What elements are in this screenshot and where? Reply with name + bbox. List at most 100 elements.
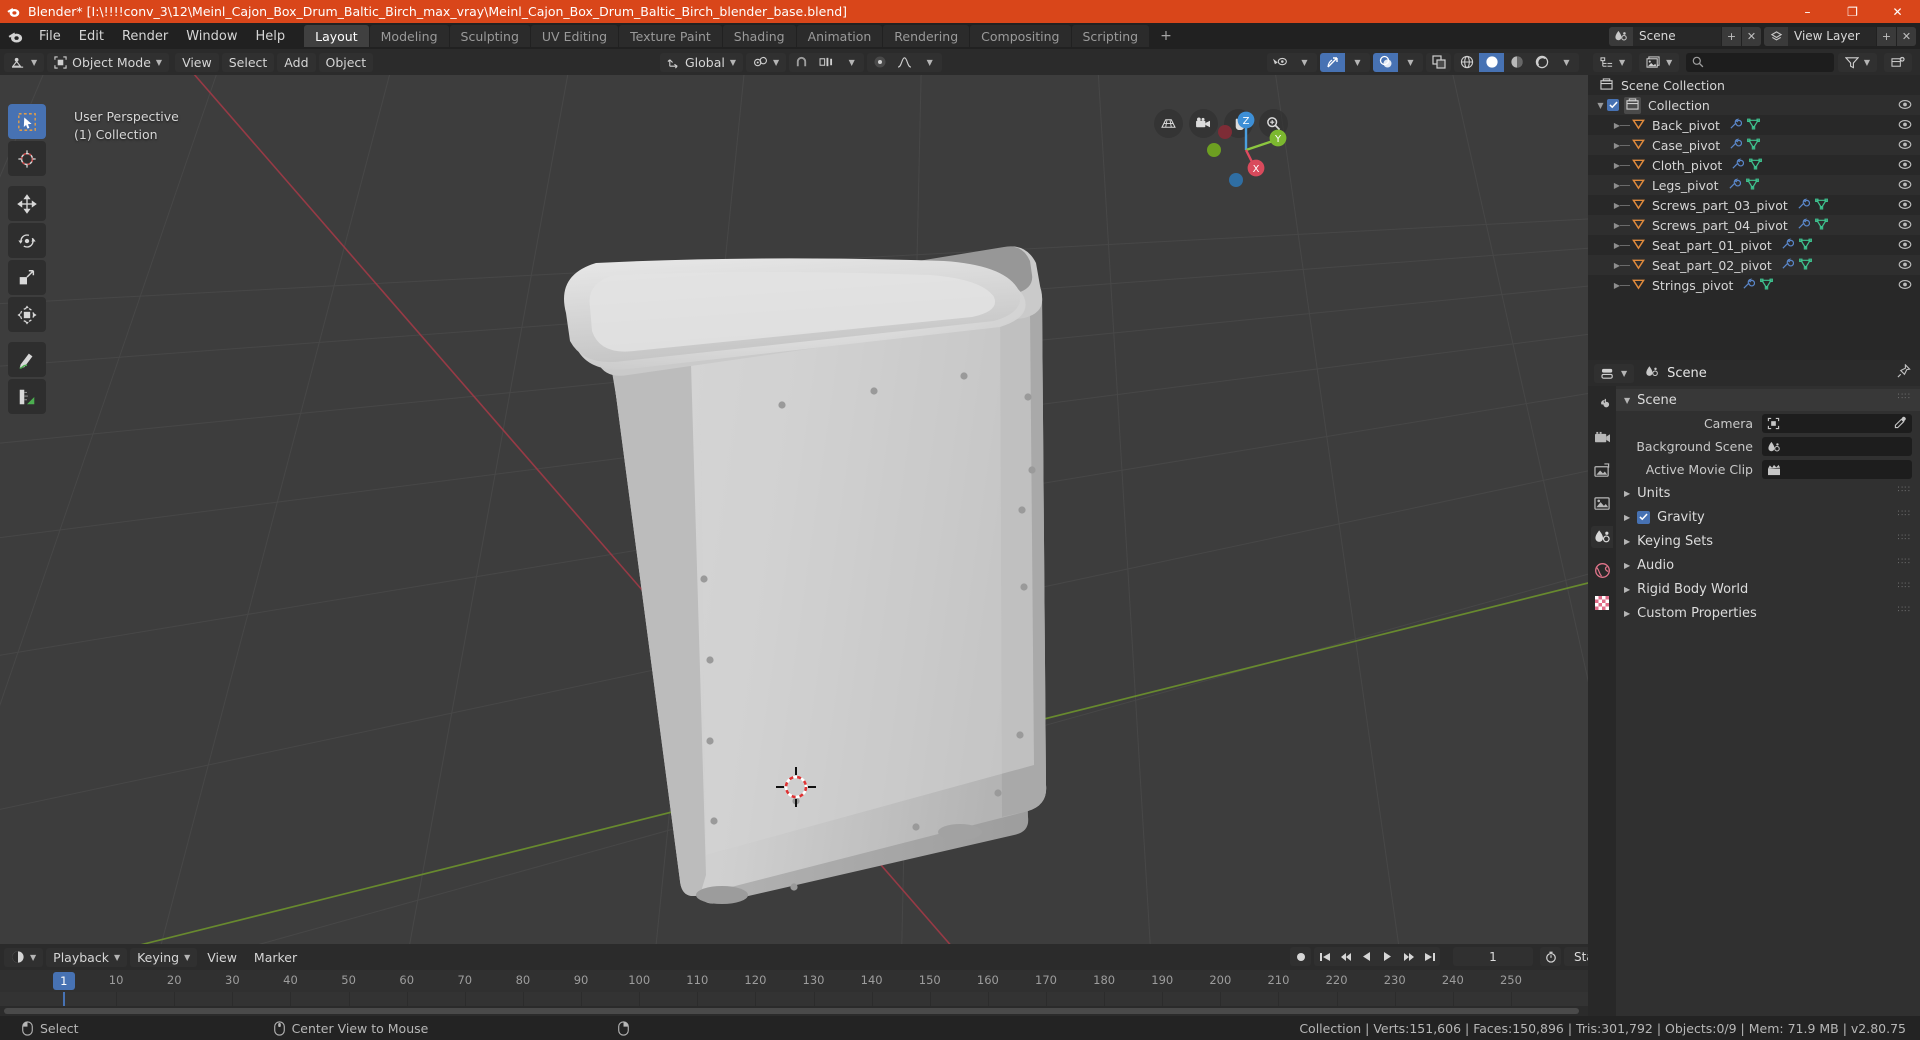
outliner-row-object[interactable]: ▶ Cloth_pivot xyxy=(1588,155,1920,175)
jump-to-end-button[interactable] xyxy=(1419,947,1440,966)
mesh-data-icon[interactable] xyxy=(1814,218,1828,233)
new-scene-button[interactable]: + xyxy=(1721,26,1741,46)
modifier-icon[interactable] xyxy=(1729,117,1742,133)
visibility-eye-icon[interactable] xyxy=(1898,278,1912,293)
properties-body[interactable]: ▼ Scene ∷∷ Camera Background Scene Activ… xyxy=(1616,386,1920,1016)
new-view-layer-button[interactable]: + xyxy=(1876,26,1896,46)
properties-tab-scene[interactable] xyxy=(1591,526,1613,548)
mesh-data-icon[interactable] xyxy=(1798,258,1812,273)
3d-viewport[interactable]: ▼ Object Mode ▼ View Select Add Object G… xyxy=(0,49,1588,944)
timeline-editor-type-selector[interactable]: ▼ xyxy=(4,947,44,967)
use-preview-range-button[interactable] xyxy=(1540,947,1561,966)
tab-layout[interactable]: Layout xyxy=(304,25,369,47)
panel-rigid-body-world-header[interactable]: ▶ Rigid Body World ∷∷ xyxy=(1616,578,1920,600)
timeline-menu-keying[interactable]: Keying ▼ xyxy=(130,947,198,967)
falloff-dropdown-chevron-icon[interactable]: ▼ xyxy=(917,53,942,72)
show-overlays-icon[interactable] xyxy=(1373,52,1398,72)
object-disclosure-icon[interactable]: ▶ xyxy=(1594,221,1620,230)
snap-magnet-icon[interactable] xyxy=(789,53,814,72)
tool-measure[interactable] xyxy=(8,379,46,414)
modifier-icon[interactable] xyxy=(1781,257,1794,273)
overlays-chevron-icon[interactable]: ▼ xyxy=(1398,53,1423,72)
properties-tab-render[interactable] xyxy=(1591,427,1613,449)
mesh-data-icon[interactable] xyxy=(1814,198,1828,213)
background-scene-field[interactable] xyxy=(1762,437,1912,456)
tab-sculpting[interactable]: Sculpting xyxy=(449,25,530,47)
tab-shading[interactable]: Shading xyxy=(722,25,796,47)
outliner-row-object[interactable]: ▶ Strings_pivot xyxy=(1588,275,1920,295)
object-disclosure-icon[interactable]: ▶ xyxy=(1594,241,1620,250)
panel-keying-sets-header[interactable]: ▶ Keying Sets ∷∷ xyxy=(1616,530,1920,552)
timeline-menu-marker[interactable]: Marker xyxy=(247,948,304,967)
outliner-row-object[interactable]: ▶ Case_pivot xyxy=(1588,135,1920,155)
mesh-data-icon[interactable] xyxy=(1745,178,1759,193)
tab-texture-paint[interactable]: Texture Paint xyxy=(619,25,722,47)
viewport-menu-view[interactable]: View xyxy=(175,52,219,72)
visibility-eye-icon[interactable] xyxy=(1898,218,1912,233)
auto-keying-button[interactable] xyxy=(1290,947,1311,966)
play-button[interactable] xyxy=(1377,947,1398,966)
properties-tab-world[interactable] xyxy=(1591,559,1613,581)
mesh-data-icon[interactable] xyxy=(1749,158,1763,173)
visibility-eye-icon[interactable] xyxy=(1898,138,1912,153)
mesh-data-icon[interactable] xyxy=(1760,278,1774,293)
mesh-data-icon[interactable] xyxy=(1747,118,1760,133)
modifier-icon[interactable] xyxy=(1797,217,1810,233)
maximize-button[interactable]: ❐ xyxy=(1830,0,1875,23)
timeline-scrollbar[interactable] xyxy=(0,1006,1588,1016)
properties-tab-tool[interactable] xyxy=(1591,394,1613,416)
timeline-ruler[interactable]: 10 20 30 40 50 60 70 80 90 100 110 120 130 140 150 160 1… xyxy=(0,970,1588,992)
menu-render[interactable]: Render xyxy=(113,26,177,47)
editor-type-selector[interactable]: ▼ xyxy=(4,52,45,72)
gizmo-chevron-icon[interactable]: ▼ xyxy=(1345,53,1370,72)
proportional-edit-icon[interactable] xyxy=(867,53,892,72)
tab-uv-editing[interactable]: UV Editing xyxy=(530,25,619,47)
camera-eyedropper-icon[interactable] xyxy=(1894,416,1907,433)
blender-menu-icon[interactable] xyxy=(0,28,30,45)
outliner-row-object[interactable]: ▶ Screws_part_03_pivot xyxy=(1588,195,1920,215)
object-visibility-icon[interactable] xyxy=(1267,53,1292,72)
panel-gravity-header[interactable]: ▶ Gravity ∷∷ xyxy=(1616,506,1920,528)
panel-scene-header[interactable]: ▼ Scene ∷∷ xyxy=(1616,389,1920,411)
current-frame-field[interactable]: 1 xyxy=(1453,947,1533,966)
tool-scale[interactable] xyxy=(8,260,46,295)
collection-checkbox[interactable] xyxy=(1607,99,1619,111)
close-button[interactable]: ✕ xyxy=(1875,0,1920,23)
shading-chevron-icon[interactable]: ▼ xyxy=(1554,53,1579,72)
modifier-icon[interactable] xyxy=(1742,277,1756,293)
play-reverse-button[interactable] xyxy=(1356,947,1377,966)
outliner-display-mode-selector[interactable]: ▼ xyxy=(1639,52,1680,72)
tool-transform[interactable] xyxy=(8,297,46,332)
visibility-chevron-icon[interactable]: ▼ xyxy=(1292,53,1317,72)
next-keyframe-button[interactable] xyxy=(1398,947,1419,966)
view-layer-selector[interactable]: View Layer + ✕ xyxy=(1764,26,1916,46)
snap-target-icon[interactable] xyxy=(814,53,839,72)
object-disclosure-icon[interactable]: ▶ xyxy=(1594,181,1620,190)
outliner-new-collection-button[interactable] xyxy=(1884,52,1912,72)
snap-dropdown-chevron-icon[interactable]: ▼ xyxy=(839,53,864,72)
timeline-editor[interactable]: ▼ Playback ▼ Keying ▼ View Marker 1 10 2… xyxy=(0,944,1722,1016)
modifier-icon[interactable] xyxy=(1731,157,1745,173)
object-disclosure-icon[interactable]: ▶ xyxy=(1594,201,1620,210)
toggle-xray-icon[interactable] xyxy=(1426,53,1451,72)
menu-window[interactable]: Window xyxy=(177,26,246,47)
tab-rendering[interactable]: Rendering xyxy=(883,25,970,47)
outliner-row-object[interactable]: ▶ Seat_part_02_pivot xyxy=(1588,255,1920,275)
timeline-playhead-label[interactable]: 1 xyxy=(52,972,75,990)
jump-to-start-button[interactable] xyxy=(1314,947,1335,966)
panel-custom-properties-header[interactable]: ▶ Custom Properties ∷∷ xyxy=(1616,602,1920,624)
tab-modeling[interactable]: Modeling xyxy=(369,25,449,47)
object-disclosure-icon[interactable]: ▶ xyxy=(1594,141,1620,150)
visibility-eye-icon[interactable] xyxy=(1898,178,1912,193)
show-gizmo-icon[interactable] xyxy=(1320,52,1345,72)
viewport-menu-select[interactable]: Select xyxy=(221,52,275,72)
outliner-row-scene-collection[interactable]: Scene Collection xyxy=(1588,75,1920,95)
object-disclosure-icon[interactable]: ▶ xyxy=(1594,121,1620,130)
shading-wireframe-icon[interactable] xyxy=(1454,53,1479,72)
properties-tab-view-layer[interactable] xyxy=(1591,493,1613,515)
add-workspace-button[interactable]: + xyxy=(1150,24,1182,48)
tool-cursor[interactable] xyxy=(8,141,46,176)
shading-material-preview-icon[interactable] xyxy=(1504,53,1529,72)
modifier-icon[interactable] xyxy=(1797,197,1810,213)
visibility-eye-icon[interactable] xyxy=(1898,238,1912,253)
